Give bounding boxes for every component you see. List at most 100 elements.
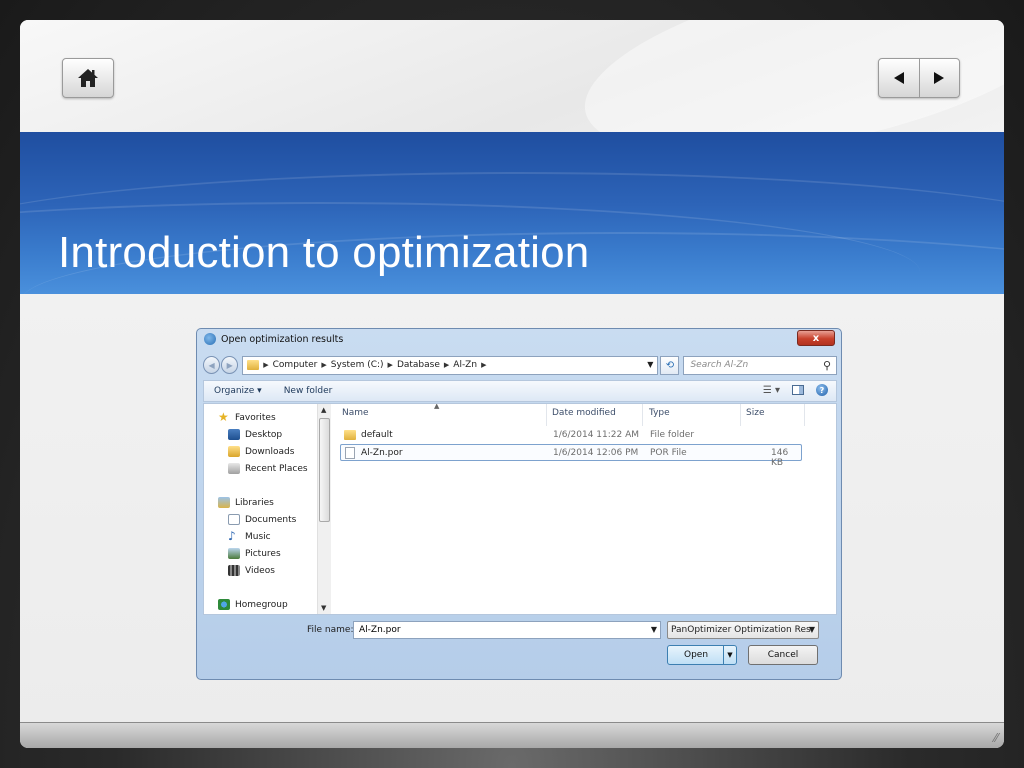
column-divider <box>546 404 547 426</box>
scroll-up-icon[interactable]: ▲ <box>321 406 326 414</box>
folder-icon <box>344 430 356 440</box>
nav-recent-places[interactable]: Recent Places <box>228 463 308 474</box>
preview-pane-icon[interactable] <box>792 385 804 395</box>
file-type: POR File <box>650 448 687 458</box>
recent-places-icon <box>228 463 240 474</box>
nav-label: Documents <box>245 514 297 525</box>
open-split-dropdown[interactable]: ▼ <box>723 646 736 664</box>
address-bar[interactable]: ▶ Computer ▶ System (C:) ▶ Database ▶ Al… <box>242 355 659 375</box>
home-button[interactable] <box>62 58 114 98</box>
music-icon: ♪ <box>228 529 236 543</box>
dialog-toolbar: Organize ▾ New folder ☰ ▾ ? <box>203 380 837 402</box>
breadcrumb-item[interactable]: Computer <box>273 360 318 370</box>
cancel-button[interactable]: Cancel <box>748 645 818 665</box>
column-type[interactable]: Type <box>649 408 670 418</box>
close-button[interactable]: x <box>797 330 835 346</box>
arrow-left-icon: ◀ <box>208 360 215 370</box>
dialog-title: Open optimization results <box>221 333 344 345</box>
column-date-modified[interactable]: Date modified <box>552 408 616 418</box>
toolbar-right: ☰ ▾ ? <box>763 384 828 396</box>
column-size[interactable]: Size <box>746 408 764 418</box>
file-type: File folder <box>650 430 695 440</box>
nav-label: Homegroup <box>235 599 288 610</box>
chevron-down-icon[interactable]: ▼ <box>647 360 653 369</box>
open-label: Open <box>684 650 709 660</box>
nav-label: Videos <box>245 565 275 576</box>
filename-input[interactable] <box>359 625 639 635</box>
nav-music[interactable]: ♪ Music <box>228 529 271 543</box>
open-file-dialog: Open optimization results x ◀ ▶ ▶ Comput… <box>196 328 842 680</box>
help-icon[interactable]: ? <box>816 384 828 396</box>
folder-icon <box>247 360 260 370</box>
file-row-selected[interactable]: Al-Zn.por 1/6/2014 12:06 PM POR File 146… <box>340 444 802 468</box>
slide: Introduction to optimization Open optimi… <box>20 20 1004 748</box>
search-input[interactable] <box>690 360 821 370</box>
chevron-right-icon: ▶ <box>481 361 487 369</box>
navigation-pane: ★ Favorites Desktop Downloads Recent Pla… <box>204 404 336 614</box>
breadcrumb-item[interactable]: Al-Zn <box>453 360 477 370</box>
dialog-titlebar: Open optimization results <box>204 333 343 345</box>
downloads-icon <box>228 446 240 457</box>
nav-homegroup[interactable]: Homegroup <box>218 599 288 610</box>
pictures-icon <box>228 548 240 559</box>
content-area: ★ Favorites Desktop Downloads Recent Pla… <box>203 403 837 615</box>
open-button[interactable]: Open ▼ <box>667 645 737 665</box>
breadcrumb-item[interactable]: Database <box>397 360 440 370</box>
nav-favorites[interactable]: ★ Favorites <box>218 410 276 424</box>
file-date: 1/6/2014 12:06 PM <box>553 448 639 458</box>
new-folder-button[interactable]: New folder <box>284 386 333 396</box>
nav-label: Music <box>245 531 271 542</box>
next-slide-button[interactable] <box>918 59 959 97</box>
file-row[interactable]: default 1/6/2014 11:22 AM File folder <box>340 427 802 444</box>
column-divider <box>642 404 643 426</box>
column-name[interactable]: Name <box>342 408 369 418</box>
star-icon: ★ <box>218 410 229 424</box>
videos-icon <box>228 565 240 576</box>
slide-header <box>20 20 1004 191</box>
back-button[interactable]: ◀ <box>203 356 221 374</box>
file-name: default <box>361 430 393 440</box>
breadcrumb-item[interactable]: System (C:) <box>331 360 384 370</box>
libraries-icon <box>218 497 230 508</box>
nav-documents[interactable]: Documents <box>228 514 296 525</box>
nav-label: Downloads <box>245 446 295 457</box>
chevron-right-icon: ▶ <box>321 361 327 369</box>
refresh-button[interactable]: ⟲ <box>660 355 680 375</box>
nav-pictures[interactable]: Pictures <box>228 548 281 559</box>
file-list: Name ▲ Date modified Type Size default 1… <box>336 404 836 614</box>
column-divider <box>804 404 805 426</box>
app-icon <box>204 333 216 345</box>
title-banner: Introduction to optimization <box>20 132 1004 294</box>
chevron-right-icon: ▶ <box>443 361 450 369</box>
chevron-down-icon: ▼ <box>808 625 815 634</box>
nav-scrollbar[interactable]: ▲ ▼ <box>317 404 331 614</box>
chevron-right-icon: ▶ <box>387 361 393 369</box>
nav-videos[interactable]: Videos <box>228 565 275 576</box>
view-options-icon[interactable]: ☰ ▾ <box>763 385 780 396</box>
address-row: ◀ ▶ ▶ Computer ▶ System (C:) ▶ Database … <box>203 355 837 375</box>
file-size: 146 KB <box>771 448 789 468</box>
nav-label: Pictures <box>245 548 281 559</box>
prev-next-buttons <box>878 58 960 98</box>
filetype-select[interactable]: PanOptimizer Optimization Res ▼ <box>667 621 819 639</box>
nav-label: Favorites <box>235 412 276 423</box>
scroll-down-icon[interactable]: ▼ <box>321 604 326 612</box>
nav-desktop[interactable]: Desktop <box>228 429 282 440</box>
triangle-right-icon <box>934 72 945 84</box>
prev-slide-button[interactable] <box>879 59 919 97</box>
scroll-thumb[interactable] <box>319 418 330 522</box>
chevron-right-icon: ▶ <box>263 361 269 369</box>
search-icon[interactable]: ⚲ <box>823 359 831 372</box>
resize-grip-icon: ⁄⁄ <box>993 731 998 745</box>
chevron-down-icon[interactable]: ▼ <box>651 625 657 634</box>
nav-label: Libraries <box>235 497 274 508</box>
file-name: Al-Zn.por <box>361 448 403 458</box>
documents-icon <box>228 514 240 525</box>
sort-up-icon: ▲ <box>434 403 440 410</box>
forward-button[interactable]: ▶ <box>221 356 239 374</box>
homegroup-icon <box>218 599 230 610</box>
nav-label: Desktop <box>245 429 283 440</box>
organize-button[interactable]: Organize ▾ <box>214 386 262 396</box>
nav-libraries[interactable]: Libraries <box>218 497 274 508</box>
nav-downloads[interactable]: Downloads <box>228 446 294 457</box>
